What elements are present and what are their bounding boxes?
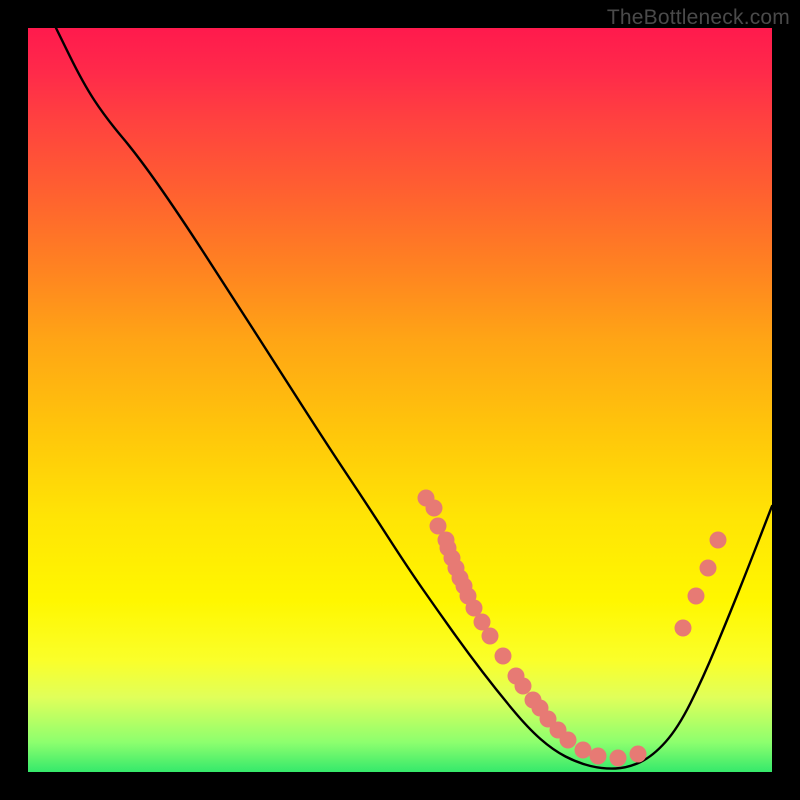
scatter-point [688, 588, 705, 605]
chart-svg [28, 28, 772, 772]
scatter-point [590, 748, 607, 765]
scatter-point [710, 532, 727, 549]
scatter-point [575, 742, 592, 759]
chart-area [28, 28, 772, 772]
watermark-text: TheBottleneck.com [607, 6, 790, 30]
scatter-point [482, 628, 499, 645]
scatter-point [610, 750, 627, 767]
scatter-point [495, 648, 512, 665]
scatter-point [700, 560, 717, 577]
curve-line [56, 28, 772, 769]
scatter-point [675, 620, 692, 637]
scatter-point [515, 678, 532, 695]
scatter-point [560, 732, 577, 749]
scatter-point [630, 746, 647, 763]
scatter-points [418, 490, 727, 767]
scatter-point [426, 500, 443, 517]
